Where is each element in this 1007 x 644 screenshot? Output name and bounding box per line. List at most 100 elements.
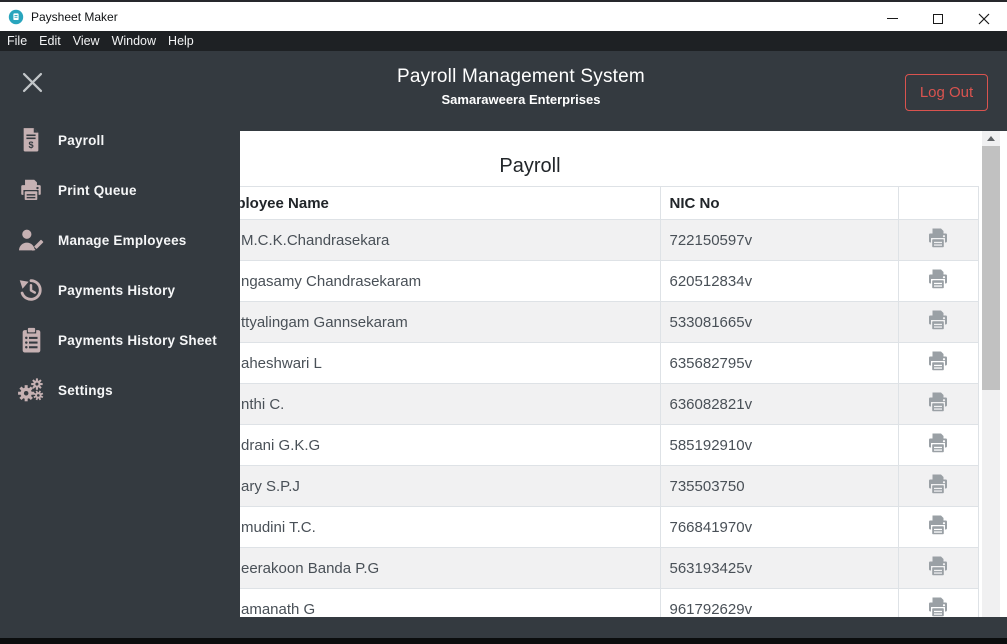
column-header-nic-no: NIC No [659,186,898,220]
table-row: mudini T.C. 766841970v [240,506,979,548]
logout-button[interactable]: Log Out [905,74,988,111]
print-row-button[interactable] [926,513,950,537]
clipboard-list-icon [16,325,46,355]
sidebar-item-payroll[interactable]: $ Payroll [0,115,240,165]
menu-view[interactable]: View [73,31,100,51]
table-row: ary S.P.J 735503750 [240,465,979,507]
printer-icon [929,228,947,248]
sidebar-label: Settings [58,382,113,398]
page-title: Payroll Management System [397,66,645,87]
sidebar-label: Print Queue [58,182,137,198]
print-action-cell [897,588,979,617]
sidebar-item-payments-history[interactable]: Payments History [0,265,240,315]
printer-icon [929,310,947,330]
column-header-employee-name: Employee Name [240,186,660,220]
printer-icon [929,433,947,453]
nic-no-cell: 585192910v [659,424,898,466]
scrollbar-thumb[interactable] [982,146,1000,390]
svg-text:$: $ [28,140,33,150]
maximize-button[interactable] [915,4,961,33]
sidebar-nav: $ Payroll Print Queue Manage Employees P… [0,128,240,617]
employee-name-cell: ary S.P.J [240,465,660,507]
print-row-button[interactable] [926,554,950,578]
menu-file[interactable]: File [7,31,27,51]
nic-no-cell: 620512834v [659,260,898,302]
company-subtitle: Samaraweera Enterprises [441,92,601,107]
print-action-cell [897,424,979,466]
table-row: drani G.K.G 585192910v [240,424,979,466]
nic-no-cell: 766841970v [659,506,898,548]
print-row-button[interactable] [926,226,950,250]
payroll-table-container: Payroll Employee Name NIC No M.C.K.Chand… [240,131,979,617]
table-row: nthi C. 636082821v [240,383,979,425]
print-row-button[interactable] [926,267,950,291]
file-invoice-dollar-icon: $ [16,125,46,155]
table-row: aheshwari L 635682795v [240,342,979,384]
nic-no-cell: 636082821v [659,383,898,425]
sidebar-item-payments-history-sheet[interactable]: Payments History Sheet [0,315,240,365]
main-content: Payroll Employee Name NIC No M.C.K.Chand… [240,131,1007,617]
scrollbar-up-button[interactable] [982,131,1000,146]
employee-name-cell: drani G.K.G [240,424,660,466]
minimize-button[interactable] [869,4,915,33]
employee-name-cell: aheshwari L [240,342,660,384]
gears-icon [16,375,46,405]
printer-icon [16,175,46,205]
sidebar-label: Payroll [58,132,105,148]
table-row: ngasamy Chandrasekaram 620512834v [240,260,979,302]
sidebar-label: Payments History Sheet [58,332,217,348]
maximize-icon [933,13,943,24]
minimize-icon [886,18,898,19]
employee-name-cell: eerakoon Banda P.G [240,547,660,589]
payroll-table: Employee Name NIC No M.C.K.Chandrasekara… [240,186,979,617]
app-logo-icon [8,9,24,24]
nic-no-cell: 635682795v [659,342,898,384]
print-row-button[interactable] [926,431,950,455]
sidebar-label: Payments History [58,282,176,298]
sidebar-label: Manage Employees [58,232,187,248]
employee-name-cell: ngasamy Chandrasekaram [240,260,660,302]
printer-icon [929,269,947,289]
printer-icon [929,351,947,371]
print-row-button[interactable] [926,595,950,617]
printer-icon [929,515,947,535]
menu-help[interactable]: Help [168,31,194,51]
vertical-scrollbar[interactable] [982,131,1000,617]
sidebar-item-settings[interactable]: Settings [0,365,240,415]
user-edit-icon [16,225,46,255]
print-row-button[interactable] [926,390,950,414]
sidebar-item-print-queue[interactable]: Print Queue [0,165,240,215]
nic-no-cell: 533081665v [659,301,898,343]
triangle-up-icon [987,136,995,141]
printer-icon [929,556,947,576]
table-row: eerakoon Banda P.G 563193425v [240,547,979,589]
menu-edit[interactable]: Edit [39,31,61,51]
history-icon [16,275,46,305]
nic-no-cell: 722150597v [659,219,898,261]
close-button[interactable] [961,4,1007,33]
close-icon [978,13,990,24]
print-action-cell [897,260,979,302]
table-header-row: Employee Name NIC No [240,186,979,220]
employee-name-cell: nthi C. [240,383,660,425]
print-action-cell [897,301,979,343]
nic-no-cell: 961792629v [659,588,898,617]
bottom-strip [0,638,1007,644]
window-title: Paysheet Maker [31,9,118,24]
print-row-button[interactable] [926,349,950,373]
table-row: M.C.K.Chandrasekara 722150597v [240,219,979,261]
table-row: ttyalingam Gannsekaram 533081665v [240,301,979,343]
nic-no-cell: 563193425v [659,547,898,589]
sidebar-item-manage-employees[interactable]: Manage Employees [0,215,240,265]
menu-window[interactable]: Window [112,31,156,51]
header-titles: Payroll Management System Samaraweera En… [35,66,1007,107]
title-bar: Paysheet Maker [0,0,1007,31]
print-action-cell [897,383,979,425]
print-action-cell [897,506,979,548]
menu-bar: File Edit View Window Help [0,31,1007,51]
print-row-button[interactable] [926,308,950,332]
print-action-cell [897,219,979,261]
employee-name-cell: mudini T.C. [240,506,660,548]
print-row-button[interactable] [926,472,950,496]
print-action-cell [897,547,979,589]
